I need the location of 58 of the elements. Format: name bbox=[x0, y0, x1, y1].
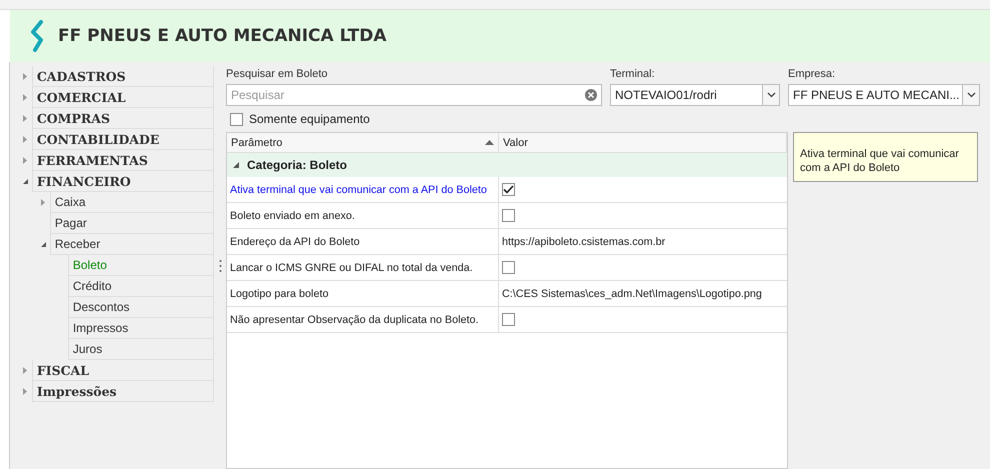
collapsed-arrow-icon[interactable] bbox=[22, 388, 28, 395]
column-header[interactable]: Parâmetro bbox=[227, 133, 499, 153]
collapsed-arrow-icon[interactable] bbox=[22, 136, 28, 143]
description-tooltip: Ativa terminal que vai comunicar com a API do Boleto bbox=[793, 132, 978, 182]
tree-item[interactable]: CADASTROS bbox=[32, 66, 214, 87]
tree-item[interactable]: CONTABILIDADE bbox=[32, 129, 214, 150]
expanded-arrow-icon[interactable] bbox=[22, 178, 28, 185]
collapsed-arrow-icon[interactable] bbox=[40, 199, 46, 206]
clear-icon[interactable] bbox=[585, 89, 597, 101]
chevron-down-icon bbox=[966, 92, 976, 98]
parameter-cell[interactable]: Boleto enviado em anexo. bbox=[227, 203, 499, 228]
checkbox[interactable] bbox=[502, 209, 515, 222]
parameter-cell[interactable]: Logotipo para boleto bbox=[227, 281, 499, 306]
tree-item[interactable]: Impressões bbox=[32, 381, 214, 402]
checkbox[interactable] bbox=[502, 261, 515, 274]
collapsed-arrow-icon[interactable] bbox=[22, 73, 28, 80]
tree-item[interactable]: Boleto bbox=[68, 255, 214, 276]
expanded-arrow-icon[interactable] bbox=[233, 162, 239, 168]
tree-item[interactable]: COMPRAS bbox=[32, 108, 214, 129]
tree-item[interactable]: Receber bbox=[50, 234, 214, 255]
collapsed-arrow-icon[interactable] bbox=[22, 94, 28, 101]
terminal-label: Terminal: bbox=[610, 68, 656, 80]
chevron-down-icon bbox=[766, 92, 776, 98]
search-field[interactable]: Pesquisar bbox=[226, 84, 602, 106]
checkbox[interactable] bbox=[230, 112, 243, 126]
tree-item[interactable]: Crédito bbox=[68, 276, 214, 297]
category-row[interactable]: Categoria: Boleto bbox=[227, 153, 787, 177]
column-header[interactable]: Valor bbox=[499, 133, 787, 153]
checkbox[interactable] bbox=[502, 183, 515, 196]
tree-item[interactable]: Juros bbox=[68, 339, 214, 360]
parameter-cell[interactable]: Ativa terminal que vai comunicar com a API do Boleto bbox=[227, 177, 499, 202]
tree-item[interactable]: Descontos bbox=[68, 297, 214, 318]
empresa-dropdown[interactable]: FF PNEUS E AUTO MECANI... bbox=[788, 84, 980, 106]
checkmark-icon bbox=[503, 185, 514, 194]
parameter-cell[interactable]: Não apresentar Observação da duplicata no Boleto. bbox=[227, 307, 499, 332]
tree-item[interactable]: FINANCEIRO bbox=[32, 171, 214, 192]
search-label: Pesquisar em Boleto bbox=[226, 68, 328, 80]
collapsed-arrow-icon[interactable] bbox=[22, 367, 28, 374]
collapsed-arrow-icon[interactable] bbox=[22, 157, 28, 164]
collapsed-arrow-icon[interactable] bbox=[22, 115, 28, 122]
terminal-dropdown[interactable]: NOTEVAIO01/rodri bbox=[610, 84, 780, 106]
parameter-cell[interactable]: Lancar o ICMS GNRE ou DIFAL no total da venda. bbox=[227, 255, 499, 280]
tree-item[interactable]: Caixa bbox=[50, 192, 214, 213]
tree-item[interactable]: FISCAL bbox=[32, 360, 214, 381]
splitter-grip-icon[interactable] bbox=[218, 258, 222, 272]
parameter-cell[interactable]: Endereço da API do Boleto bbox=[227, 229, 499, 254]
value-cell[interactable]: C:\CES Sistemas\ces_adm.Net\Imagens\Logotipo.png bbox=[499, 281, 787, 306]
logo-icon bbox=[30, 20, 46, 52]
value-cell[interactable]: https://apiboleto.csistemas.com.br bbox=[499, 229, 787, 254]
expanded-arrow-icon[interactable] bbox=[40, 241, 46, 248]
company-title: FF PNEUS E AUTO MECANICA LTDA bbox=[58, 26, 386, 46]
empresa-label: Empresa: bbox=[788, 68, 836, 80]
tree-item[interactable]: FERRAMENTAS bbox=[32, 150, 214, 171]
checkbox[interactable] bbox=[502, 313, 515, 326]
tree-item[interactable]: Impressos bbox=[68, 318, 214, 339]
tree-item[interactable]: Pagar bbox=[50, 213, 214, 234]
tree-item[interactable]: COMERCIAL bbox=[32, 87, 214, 108]
sort-ascending-icon bbox=[485, 140, 494, 145]
